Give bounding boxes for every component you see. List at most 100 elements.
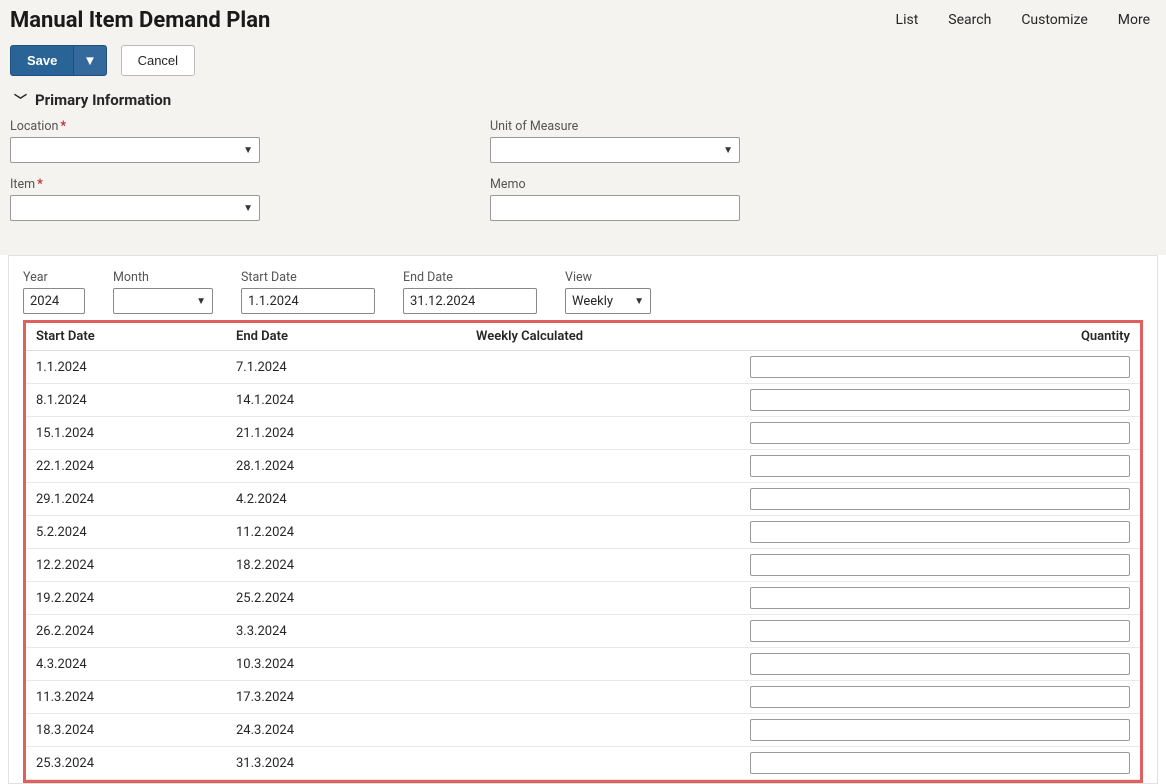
cell-quantity (740, 681, 1140, 714)
cell-quantity (740, 417, 1140, 450)
cell-end-date: 21.1.2024 (226, 417, 466, 450)
quantity-input[interactable] (750, 554, 1130, 576)
table-row[interactable]: 8.1.202414.1.2024 (26, 384, 1140, 417)
cell-quantity (740, 747, 1140, 780)
cell-quantity (740, 714, 1140, 747)
save-dropdown-button[interactable]: ▼ (73, 45, 106, 76)
chevron-down-icon: ▼ (243, 145, 253, 156)
cell-weekly-calculated (466, 681, 740, 714)
table-row[interactable]: 26.2.20243.3.2024 (26, 615, 1140, 648)
cell-start-date: 5.2.2024 (26, 516, 226, 549)
cell-start-date: 26.2.2024 (26, 615, 226, 648)
table-row[interactable]: 19.2.202425.2.2024 (26, 582, 1140, 615)
location-label: Location* (10, 119, 430, 134)
quantity-input[interactable] (750, 455, 1130, 477)
chevron-down-icon: ▼ (83, 53, 96, 68)
nav-list[interactable]: List (896, 12, 919, 28)
cell-start-date: 22.1.2024 (26, 450, 226, 483)
view-label: View (565, 270, 651, 285)
quantity-input[interactable] (750, 686, 1130, 708)
demand-plan-table: Start Date End Date Weekly Calculated Qu… (26, 323, 1140, 780)
cell-start-date: 1.1.2024 (26, 351, 226, 384)
cell-weekly-calculated (466, 516, 740, 549)
year-input[interactable]: 2024 (23, 288, 85, 314)
cell-end-date: 28.1.2024 (226, 450, 466, 483)
cell-weekly-calculated (466, 648, 740, 681)
cell-quantity (740, 648, 1140, 681)
quantity-input[interactable] (750, 389, 1130, 411)
cell-end-date: 14.1.2024 (226, 384, 466, 417)
page-title: Manual Item Demand Plan (10, 8, 270, 33)
cancel-button[interactable]: Cancel (121, 45, 195, 76)
quantity-input[interactable] (750, 422, 1130, 444)
item-select[interactable]: ▼ (10, 195, 260, 221)
start-date-input[interactable]: 1.1.2024 (241, 288, 375, 314)
cell-start-date: 12.2.2024 (26, 549, 226, 582)
cell-end-date: 4.2.2024 (226, 483, 466, 516)
cell-weekly-calculated (466, 351, 740, 384)
cell-weekly-calculated (466, 549, 740, 582)
cell-quantity (740, 483, 1140, 516)
cell-end-date: 18.2.2024 (226, 549, 466, 582)
cell-start-date: 18.3.2024 (26, 714, 226, 747)
cell-quantity (740, 582, 1140, 615)
col-header-end-date[interactable]: End Date (226, 323, 466, 351)
cell-quantity (740, 516, 1140, 549)
cell-start-date: 25.3.2024 (26, 747, 226, 780)
cell-start-date: 4.3.2024 (26, 648, 226, 681)
section-title-primary: Primary Information (35, 91, 171, 109)
table-row[interactable]: 4.3.202410.3.2024 (26, 648, 1140, 681)
table-row[interactable]: 29.1.20244.2.2024 (26, 483, 1140, 516)
col-header-weekly-calculated[interactable]: Weekly Calculated (466, 323, 740, 351)
col-header-quantity[interactable]: Quantity (740, 323, 1140, 351)
cell-end-date: 10.3.2024 (226, 648, 466, 681)
col-header-start-date[interactable]: Start Date (26, 323, 226, 351)
end-date-input[interactable]: 31.12.2024 (403, 288, 537, 314)
chevron-down-icon: ▼ (723, 145, 733, 156)
quantity-input[interactable] (750, 587, 1130, 609)
cell-weekly-calculated (466, 582, 740, 615)
save-button[interactable]: Save (10, 45, 73, 76)
year-label: Year (23, 270, 85, 285)
quantity-input[interactable] (750, 521, 1130, 543)
cell-end-date: 3.3.2024 (226, 615, 466, 648)
cell-start-date: 8.1.2024 (26, 384, 226, 417)
table-row[interactable]: 11.3.202417.3.2024 (26, 681, 1140, 714)
cell-weekly-calculated (466, 615, 740, 648)
quantity-input[interactable] (750, 488, 1130, 510)
quantity-input[interactable] (750, 356, 1130, 378)
nav-more[interactable]: More (1118, 12, 1150, 28)
cell-weekly-calculated (466, 450, 740, 483)
table-row[interactable]: 1.1.20247.1.2024 (26, 351, 1140, 384)
location-select[interactable]: ▼ (10, 137, 260, 163)
view-select[interactable]: Weekly ▼ (565, 288, 651, 314)
uom-select[interactable]: ▼ (490, 137, 740, 163)
table-row[interactable]: 5.2.202411.2.2024 (26, 516, 1140, 549)
quantity-input[interactable] (750, 719, 1130, 741)
cell-quantity (740, 351, 1140, 384)
table-row[interactable]: 22.1.202428.1.2024 (26, 450, 1140, 483)
chevron-down-icon: ▼ (243, 203, 253, 214)
quantity-input[interactable] (750, 653, 1130, 675)
chevron-down-icon: ▼ (196, 296, 206, 307)
uom-label: Unit of Measure (490, 119, 910, 134)
quantity-input[interactable] (750, 620, 1130, 642)
table-row[interactable]: 18.3.202424.3.2024 (26, 714, 1140, 747)
cell-start-date: 11.3.2024 (26, 681, 226, 714)
cell-quantity (740, 615, 1140, 648)
quantity-input[interactable] (750, 752, 1130, 774)
nav-search[interactable]: Search (948, 12, 991, 28)
cell-start-date: 29.1.2024 (26, 483, 226, 516)
start-date-label: Start Date (241, 270, 375, 285)
month-select[interactable]: ▼ (113, 288, 213, 314)
table-row[interactable]: 15.1.202421.1.2024 (26, 417, 1140, 450)
table-row[interactable]: 12.2.202418.2.2024 (26, 549, 1140, 582)
nav-customize[interactable]: Customize (1021, 12, 1087, 28)
end-date-label: End Date (403, 270, 537, 285)
memo-input[interactable] (490, 195, 740, 221)
table-row[interactable]: 25.3.202431.3.2024 (26, 747, 1140, 780)
cell-quantity (740, 549, 1140, 582)
collapse-icon[interactable]: ﹀ (14, 90, 27, 109)
cell-weekly-calculated (466, 483, 740, 516)
cell-quantity (740, 384, 1140, 417)
